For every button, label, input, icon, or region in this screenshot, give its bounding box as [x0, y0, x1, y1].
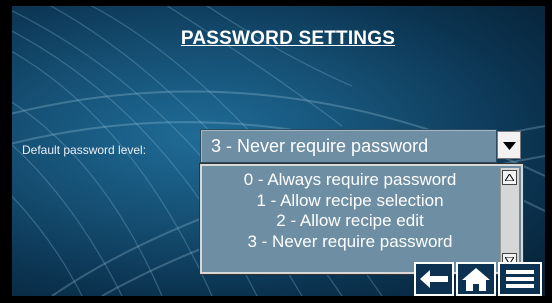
home-icon — [462, 268, 490, 291]
option-allow-recipe-edit[interactable]: 2 - Allow recipe edit — [202, 211, 498, 232]
back-arrow-icon — [420, 270, 448, 288]
password-level-options-list[interactable]: 0 - Always require password 1 - Allow re… — [200, 164, 523, 274]
default-password-level-label: Default password level: — [22, 143, 147, 157]
chevron-down-icon — [503, 142, 516, 150]
page-title: PASSWORD SETTINGS — [180, 28, 396, 49]
menu-button[interactable] — [498, 262, 542, 296]
display-frame: PASSWORD SETTINGS Default password level… — [0, 0, 552, 303]
option-always-require-password[interactable]: 0 - Always require password — [202, 170, 498, 191]
hmi-screen: PASSWORD SETTINGS Default password level… — [12, 6, 545, 296]
scroll-up-icon — [505, 174, 514, 181]
default-password-level-dropdown[interactable]: 3 - Never require password — [200, 129, 523, 163]
option-never-require-password[interactable]: 3 - Never require password — [202, 232, 498, 253]
home-button[interactable] — [456, 262, 496, 296]
scroll-up-button[interactable] — [502, 170, 517, 185]
list-scrollbar[interactable] — [500, 168, 519, 270]
menu-icon — [506, 270, 534, 288]
back-button[interactable] — [414, 262, 454, 296]
option-allow-recipe-selection[interactable]: 1 - Allow recipe selection — [202, 191, 498, 212]
dropdown-value-box[interactable]: 3 - Never require password — [200, 129, 497, 163]
dropdown-selected-value: 3 - Never require password — [211, 136, 429, 156]
dropdown-toggle-button[interactable] — [497, 131, 521, 159]
